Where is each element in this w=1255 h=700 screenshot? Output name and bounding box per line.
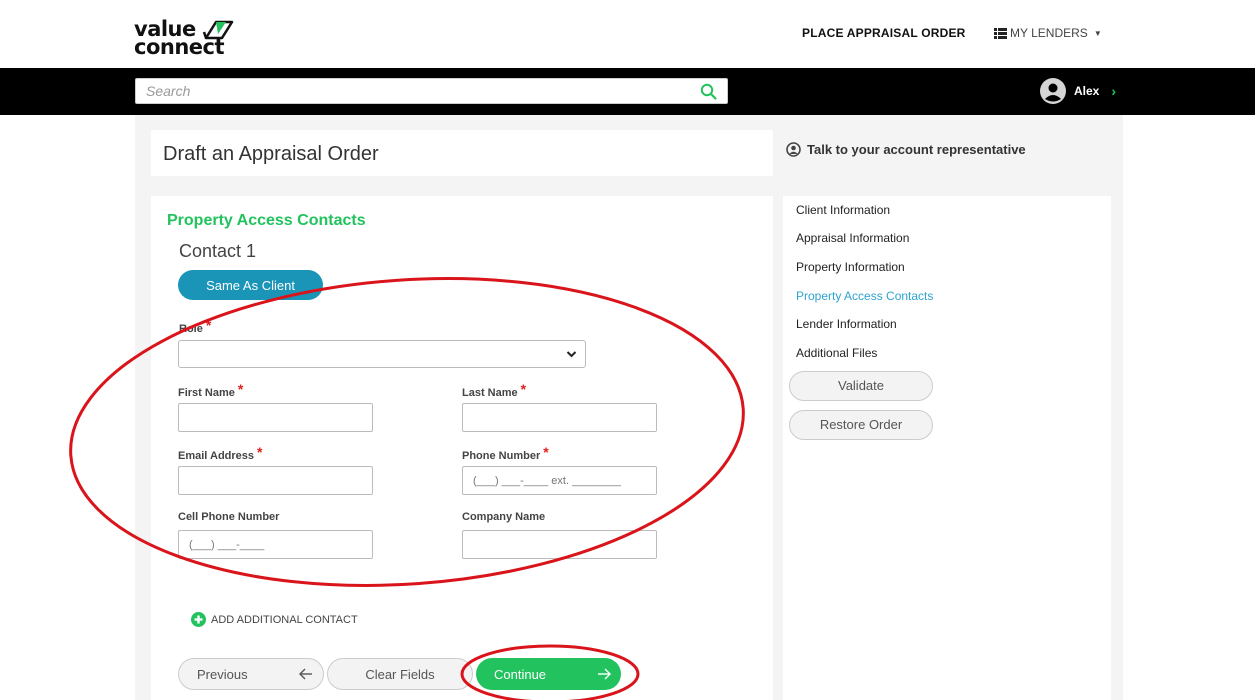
title-panel: Draft an Appraisal Order [151, 130, 773, 176]
phone-field[interactable] [462, 466, 657, 495]
section-title: Property Access Contacts [167, 212, 366, 229]
email-label: Email Address * [178, 444, 263, 462]
user-menu[interactable]: Alex › [1040, 78, 1116, 104]
sidebar-item-client-information[interactable]: Client Information [796, 203, 890, 217]
cell-phone-label: Cell Phone Number [178, 511, 280, 523]
arrow-left-icon [299, 668, 312, 680]
place-appraisal-order-link[interactable]: PLACE APPRAISAL ORDER [802, 26, 966, 40]
account-rep-label: Talk to your account representative [807, 142, 1026, 157]
logo-pencil-icon [202, 20, 234, 40]
list-icon [994, 27, 1007, 39]
my-lenders-label: MY LENDERS [1010, 26, 1088, 40]
sidebar-item-additional-files[interactable]: Additional Files [796, 346, 877, 360]
plus-circle-icon [191, 612, 206, 627]
required-marker: * [520, 381, 527, 397]
first-name-label: First Name * [178, 381, 244, 399]
contact-title: Contact 1 [179, 241, 257, 261]
value-connect-logo[interactable]: value connect [134, 18, 244, 60]
page-title: Draft an Appraisal Order [163, 143, 379, 165]
sidebar-item-appraisal-information[interactable]: Appraisal Information [796, 231, 909, 245]
clear-fields-label: Clear Fields [365, 666, 435, 682]
search-icon[interactable] [700, 83, 717, 100]
first-name-field[interactable] [178, 403, 373, 432]
required-marker: * [257, 444, 263, 460]
sidebar-item-property-information[interactable]: Property Information [796, 260, 905, 274]
previous-button[interactable]: Previous [178, 658, 324, 690]
phone-label-text: Phone Number [462, 450, 541, 462]
continue-button[interactable]: Continue [476, 658, 621, 690]
logo-line-2: connect [134, 35, 225, 59]
first-name-label-text: First Name [178, 387, 235, 399]
role-label-text: Role [179, 323, 203, 335]
previous-label: Previous [197, 666, 248, 682]
same-as-client-button[interactable]: Same As Client [178, 270, 323, 300]
required-marker: * [205, 317, 212, 333]
cell-phone-field[interactable] [178, 530, 373, 559]
last-name-label: Last Name * [462, 381, 527, 399]
company-name-label: Company Name [462, 511, 546, 523]
validate-button[interactable]: Validate [789, 371, 933, 401]
required-marker: * [543, 444, 549, 460]
user-name: Alex [1074, 84, 1100, 98]
last-name-label-text: Last Name [462, 387, 518, 399]
caret-down-icon: ▼ [1093, 28, 1102, 38]
my-lenders-menu[interactable]: MY LENDERS ▼ [994, 26, 1102, 40]
user-circle-icon [786, 142, 801, 157]
chevron-down-icon [566, 351, 577, 358]
email-label-text: Email Address [178, 450, 255, 462]
required-marker: * [237, 381, 244, 397]
last-name-field[interactable] [462, 403, 657, 432]
continue-label: Continue [494, 666, 547, 682]
search-input[interactable] [136, 79, 696, 103]
role-select[interactable] [178, 340, 586, 368]
add-additional-contact-link[interactable]: ADD ADDITIONAL CONTACT [191, 612, 358, 627]
add-contact-label: ADD ADDITIONAL CONTACT [211, 613, 358, 626]
email-field[interactable] [178, 466, 373, 495]
phone-label: Phone Number * [462, 444, 549, 462]
role-label: Role * [179, 317, 212, 335]
search-box [135, 78, 728, 104]
arrow-right-icon [598, 668, 611, 680]
restore-order-button[interactable]: Restore Order [789, 410, 933, 440]
clear-fields-button[interactable]: Clear Fields [327, 658, 473, 690]
chevron-right-icon: › [1111, 83, 1117, 99]
account-rep-link[interactable]: Talk to your account representative [786, 142, 1026, 157]
sidebar-item-lender-information[interactable]: Lender Information [796, 317, 897, 331]
sidebar-item-property-access-contacts[interactable]: Property Access Contacts [796, 289, 933, 303]
company-name-field[interactable] [462, 530, 657, 559]
avatar-icon [1040, 78, 1066, 104]
